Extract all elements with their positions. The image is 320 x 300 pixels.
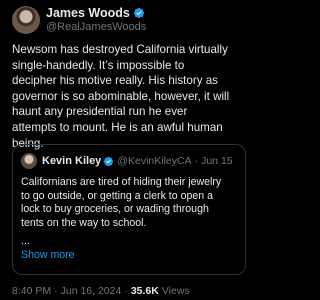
quoted-ellipsis: ... (21, 235, 30, 247)
author-name-line: James Woods (46, 6, 146, 20)
author-meta: James Woods @RealJamesWoods (46, 6, 146, 34)
post-metadata: 8:40 PM · Jun 16, 2024 · 35.6K Views (12, 284, 190, 298)
quoted-post-header: Kevin Kiley @KevinKileyCA · Jun 15 (21, 153, 233, 169)
quoted-text-line: to go outside, or getting a clerk to ope… (21, 189, 213, 202)
post-time[interactable]: 8:40 PM (12, 285, 51, 297)
views-label: Views (161, 285, 190, 297)
quoted-author-avatar (21, 153, 37, 169)
post-text-line: attempts to mount. He is an awful human (12, 120, 223, 134)
author-handle[interactable]: @RealJamesWoods (46, 21, 146, 34)
post-text: Newsom has destroyed California virtuall… (12, 42, 248, 151)
post-text-line: decipher his motive really. His history … (12, 74, 218, 88)
quoted-author-handle: @KevinKileyCA (117, 155, 192, 167)
post-text-line: governor is so abominable, however, it w… (12, 89, 230, 103)
verified-badge-icon (133, 7, 144, 19)
quoted-text-line: Californians are tired of hiding their j… (21, 176, 222, 188)
views-count[interactable]: 35.6K (131, 285, 159, 297)
quoted-text-line: tents on the way to school. (21, 216, 147, 229)
author-avatar[interactable] (12, 6, 40, 34)
post-text-line: single-handedly. It’s impossible to (12, 58, 185, 72)
quoted-separator: · (194, 155, 199, 167)
post-text-line: Newsom has destroyed California virtuall… (12, 43, 228, 56)
author-name[interactable]: James Woods (46, 6, 130, 20)
post-date[interactable]: Jun 16, 2024 (61, 285, 122, 297)
quoted-post[interactable]: Kevin Kiley @KevinKileyCA · Jun 15 Calif… (12, 144, 246, 275)
meta-separator: · (124, 285, 128, 297)
show-more-link[interactable]: Show more (21, 249, 75, 261)
quoted-author-name: Kevin Kiley (42, 155, 102, 167)
post: James Woods @RealJamesWoods Newsom has d… (0, 0, 257, 300)
meta-separator: · (54, 285, 58, 297)
quoted-date: Jun 15 (201, 155, 233, 167)
quoted-text-line: lock to buy groceries, or wading through (21, 203, 209, 216)
quoted-verified-badge-icon (104, 156, 114, 166)
quoted-post-text: Californians are tired of hiding their j… (21, 176, 241, 230)
author-row: James Woods @RealJamesWoods (12, 6, 252, 34)
post-text-line: haunt any presidential run he ever (12, 105, 188, 119)
